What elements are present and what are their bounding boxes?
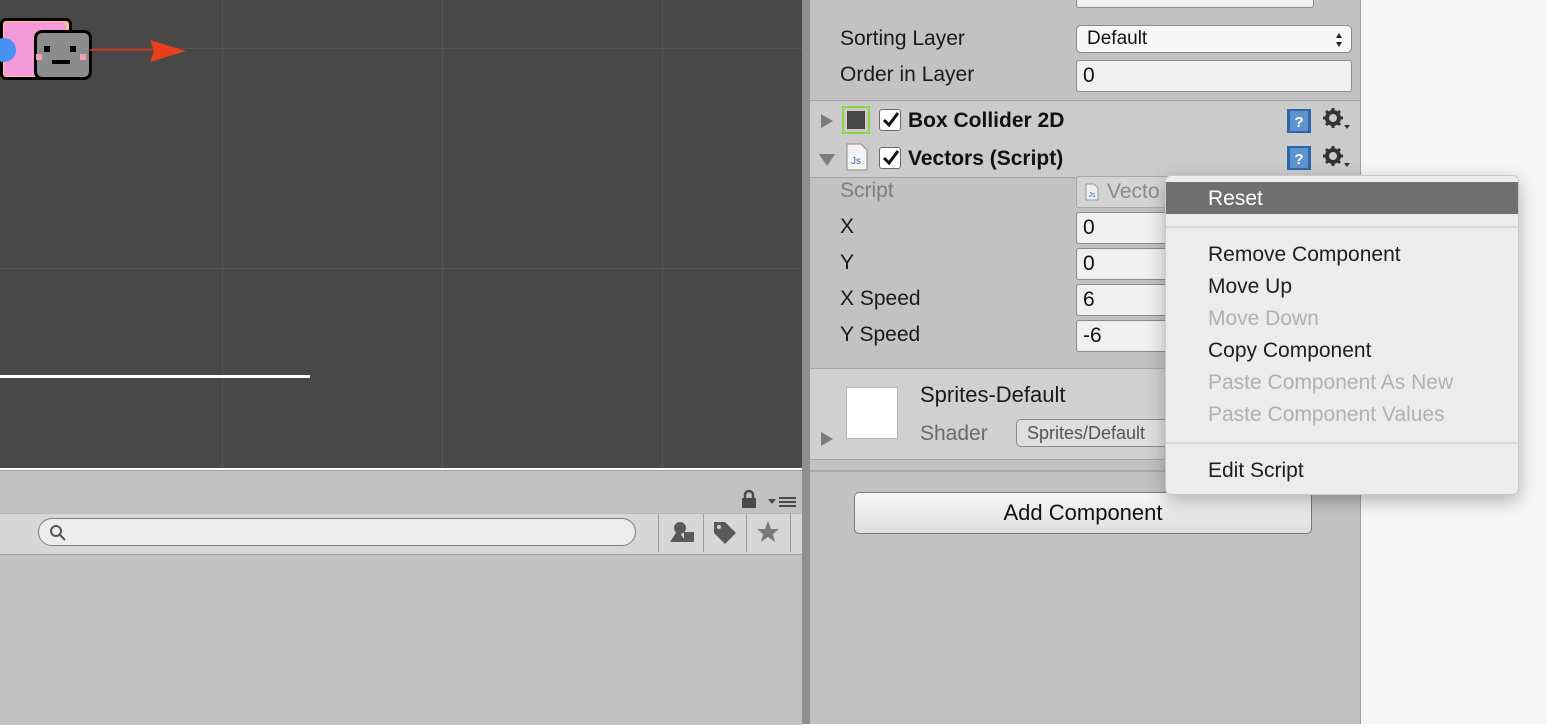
add-component-label: Add Component <box>1003 500 1163 525</box>
x-label: X <box>840 215 855 238</box>
help-book-icon[interactable]: ? <box>1286 108 1312 134</box>
script-value: Vecto <box>1107 180 1160 203</box>
box-collider-icon <box>842 106 870 134</box>
svg-text:?: ? <box>1294 151 1303 168</box>
panel-splitter[interactable] <box>802 0 810 724</box>
menu-item-label: Edit Script <box>1208 459 1304 482</box>
menu-item-paste-component-values: Paste Component Values <box>1166 398 1518 430</box>
panel-menu-icon[interactable] <box>768 495 798 509</box>
white-line-object[interactable] <box>0 375 310 378</box>
menu-item-label: Paste Component As New <box>1208 371 1454 394</box>
search-by-type-icon[interactable] <box>668 520 696 544</box>
menu-item-copy-component[interactable]: Copy Component <box>1166 334 1518 366</box>
box-collider-enabled-checkbox[interactable] <box>879 109 901 131</box>
menu-item-reset[interactable]: Reset <box>1166 182 1518 214</box>
menu-item-edit-script[interactable]: Edit Script <box>1166 454 1518 486</box>
javascript-file-icon: Js <box>1085 183 1099 201</box>
svg-text:?: ? <box>1294 114 1303 131</box>
sorting-layer-value: Default <box>1087 28 1148 49</box>
scene-view[interactable] <box>0 0 802 468</box>
favorites-star-icon[interactable] <box>755 519 781 545</box>
vectors-script-header[interactable]: Js Vectors (Script) ? <box>810 139 1360 178</box>
script-label: Script <box>840 179 894 202</box>
menu-item-label: Copy Component <box>1208 339 1372 362</box>
project-panel <box>0 470 802 725</box>
menu-separator <box>1166 442 1518 444</box>
material-preview[interactable] <box>846 387 898 439</box>
gear-icon[interactable] <box>1322 107 1352 133</box>
lock-icon[interactable] <box>740 489 758 509</box>
shader-label: Shader <box>920 422 988 445</box>
clipped-field[interactable] <box>1076 0 1314 8</box>
sorting-layer-dropdown[interactable]: Default <box>1076 25 1352 53</box>
search-by-label-icon[interactable] <box>712 520 738 546</box>
x-axis-gizmo-line <box>90 49 154 51</box>
menu-item-remove-component[interactable]: Remove Component <box>1166 238 1518 270</box>
grid-line <box>0 268 802 269</box>
javascript-file-icon: Js <box>846 143 868 171</box>
search-input[interactable] <box>38 518 636 546</box>
gear-icon[interactable] <box>1322 145 1352 171</box>
add-component-button[interactable]: Add Component <box>854 492 1312 534</box>
expanded-arrow-icon[interactable] <box>818 153 836 167</box>
y-speed-label: Y Speed <box>840 323 921 346</box>
menu-item-paste-component-as-new: Paste Component As New <box>1166 366 1518 398</box>
menu-item-move-up[interactable]: Move Up <box>1166 270 1518 302</box>
collapsed-arrow-icon[interactable] <box>820 113 834 129</box>
component-context-menu: Reset Remove Component Move Up Move Down… <box>1165 175 1519 495</box>
box-collider-title: Box Collider 2D <box>908 109 1065 132</box>
help-book-icon[interactable]: ? <box>1286 145 1312 171</box>
dropdown-arrows-icon <box>1336 33 1342 47</box>
menu-item-label: Move Down <box>1208 307 1319 330</box>
menu-item-move-down: Move Down <box>1166 302 1518 334</box>
box-collider-header[interactable]: Box Collider 2D ? <box>810 100 1360 140</box>
svg-text:Js: Js <box>1089 192 1097 199</box>
menu-item-label: Remove Component <box>1208 243 1401 266</box>
x-axis-arrow-icon[interactable] <box>148 38 188 64</box>
grid-line <box>662 0 663 468</box>
x-speed-label: X Speed <box>840 287 921 310</box>
vectors-script-title: Vectors (Script) <box>908 147 1064 170</box>
menu-separator <box>1166 226 1518 228</box>
menu-item-label: Move Up <box>1208 275 1293 298</box>
menu-item-label: Paste Component Values <box>1208 403 1445 426</box>
grid-line <box>442 0 443 468</box>
grid-line <box>222 0 223 468</box>
collapsed-arrow-icon[interactable] <box>820 431 834 447</box>
menu-item-label: Reset <box>1208 187 1263 210</box>
material-name: Sprites-Default <box>920 382 1066 407</box>
svg-text:Js: Js <box>851 156 861 167</box>
order-in-layer-label: Order in Layer <box>840 63 975 86</box>
sorting-layer-label: Sorting Layer <box>840 27 965 50</box>
search-icon <box>50 525 66 541</box>
y-label: Y <box>840 251 855 274</box>
project-toolbar <box>0 513 802 555</box>
vectors-enabled-checkbox[interactable] <box>879 147 901 169</box>
order-in-layer-input[interactable]: 0 <box>1076 60 1352 92</box>
